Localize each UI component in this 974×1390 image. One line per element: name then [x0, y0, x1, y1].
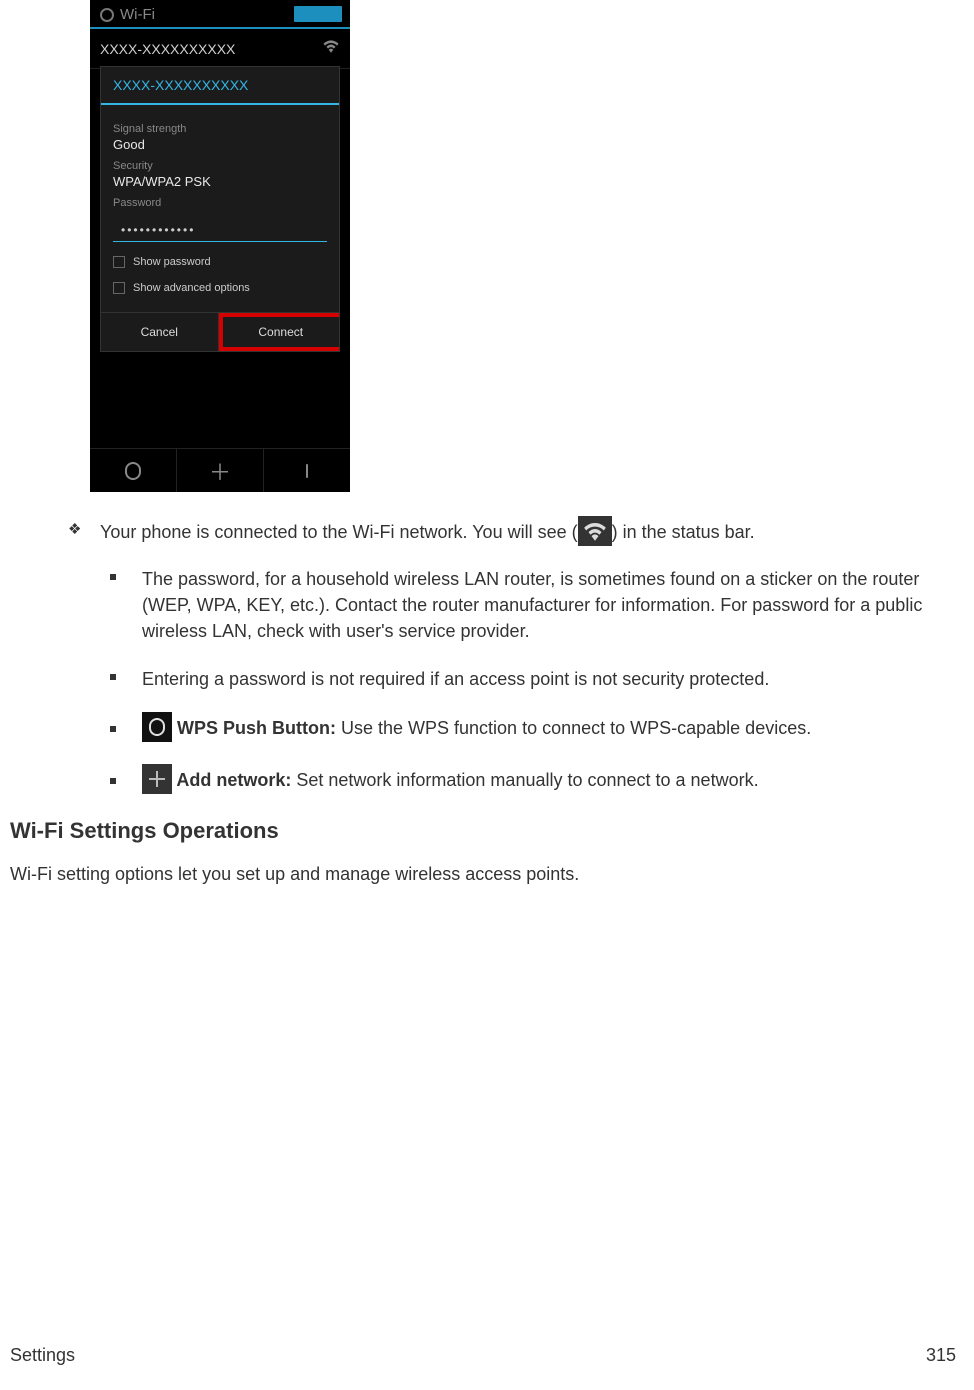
list-item: The password, for a household wireless L…: [110, 566, 964, 644]
wps-button[interactable]: [90, 449, 177, 492]
section-heading: Wi-Fi Settings Operations: [10, 818, 964, 844]
checkbox-icon: [113, 282, 125, 294]
footer-left: Settings: [10, 1345, 75, 1366]
wps-icon: [142, 712, 172, 742]
connected-text-post: ) in the status bar.: [612, 522, 755, 542]
list-item: Add network: Set network information man…: [110, 766, 964, 796]
more-button[interactable]: [264, 449, 350, 492]
security-label: Security: [113, 160, 327, 172]
connected-text-pre: Your phone is connected to the Wi-Fi net…: [100, 522, 578, 542]
dialog-title: XXXX-XXXXXXXXXX: [101, 67, 339, 105]
list-item: Entering a password is not required if a…: [110, 666, 964, 692]
wifi-title: Wi-Fi: [120, 6, 294, 23]
show-password-label: Show password: [133, 256, 211, 268]
dialog-buttons: Cancel Connect: [101, 312, 339, 351]
wifi-icon: [322, 39, 340, 58]
add-network-desc: Set network information manually to conn…: [296, 770, 758, 790]
security-value: WPA/WPA2 PSK: [113, 174, 327, 189]
signal-value: Good: [113, 137, 327, 152]
connect-button[interactable]: Connect: [219, 313, 340, 351]
add-network-label: Add network:: [172, 770, 296, 790]
wps-desc: Use the WPS function to connect to WPS-c…: [341, 718, 811, 738]
phone-header: Wi-Fi: [90, 0, 350, 25]
list-item: WPS Push Button: Use the WPS function to…: [110, 714, 964, 744]
list-item: Your phone is connected to the Wi-Fi net…: [68, 518, 964, 548]
page-footer: Settings 315: [10, 1345, 956, 1366]
signal-label: Signal strength: [113, 123, 327, 135]
wifi-status-icon: [578, 516, 612, 546]
plus-icon: ＋: [209, 455, 231, 487]
network-row[interactable]: XXXX-XXXXXXXXXX: [90, 29, 350, 69]
plus-icon: [142, 764, 172, 794]
show-advanced-label: Show advanced options: [133, 282, 250, 294]
show-advanced-row[interactable]: Show advanced options: [113, 282, 327, 294]
show-password-row[interactable]: Show password: [113, 256, 327, 268]
checkbox-icon: [113, 256, 125, 268]
password-input[interactable]: ••••••••••••: [113, 213, 327, 242]
phone-bottom-bar: ＋: [90, 448, 350, 492]
add-network-button[interactable]: ＋: [177, 449, 264, 492]
no-password-note: Entering a password is not required if a…: [142, 669, 769, 689]
gear-icon: [100, 8, 114, 22]
password-label: Password: [113, 197, 327, 209]
network-name: XXXX-XXXXXXXXXX: [100, 41, 235, 57]
section-body: Wi-Fi setting options let you set up and…: [10, 862, 964, 887]
cancel-button[interactable]: Cancel: [101, 313, 219, 351]
wps-icon: [123, 461, 143, 481]
footer-page-number: 315: [926, 1345, 956, 1366]
wps-label: WPS Push Button:: [172, 718, 341, 738]
phone-screenshot: Wi-Fi XXXX-XXXXXXXXXX XXXX-XXXXXXXXXX Si…: [90, 0, 350, 492]
wifi-connect-dialog: XXXX-XXXXXXXXXX Signal strength Good Sec…: [100, 66, 340, 352]
wifi-toggle[interactable]: [294, 6, 342, 22]
password-note: The password, for a household wireless L…: [142, 569, 922, 641]
more-icon: [306, 464, 308, 478]
